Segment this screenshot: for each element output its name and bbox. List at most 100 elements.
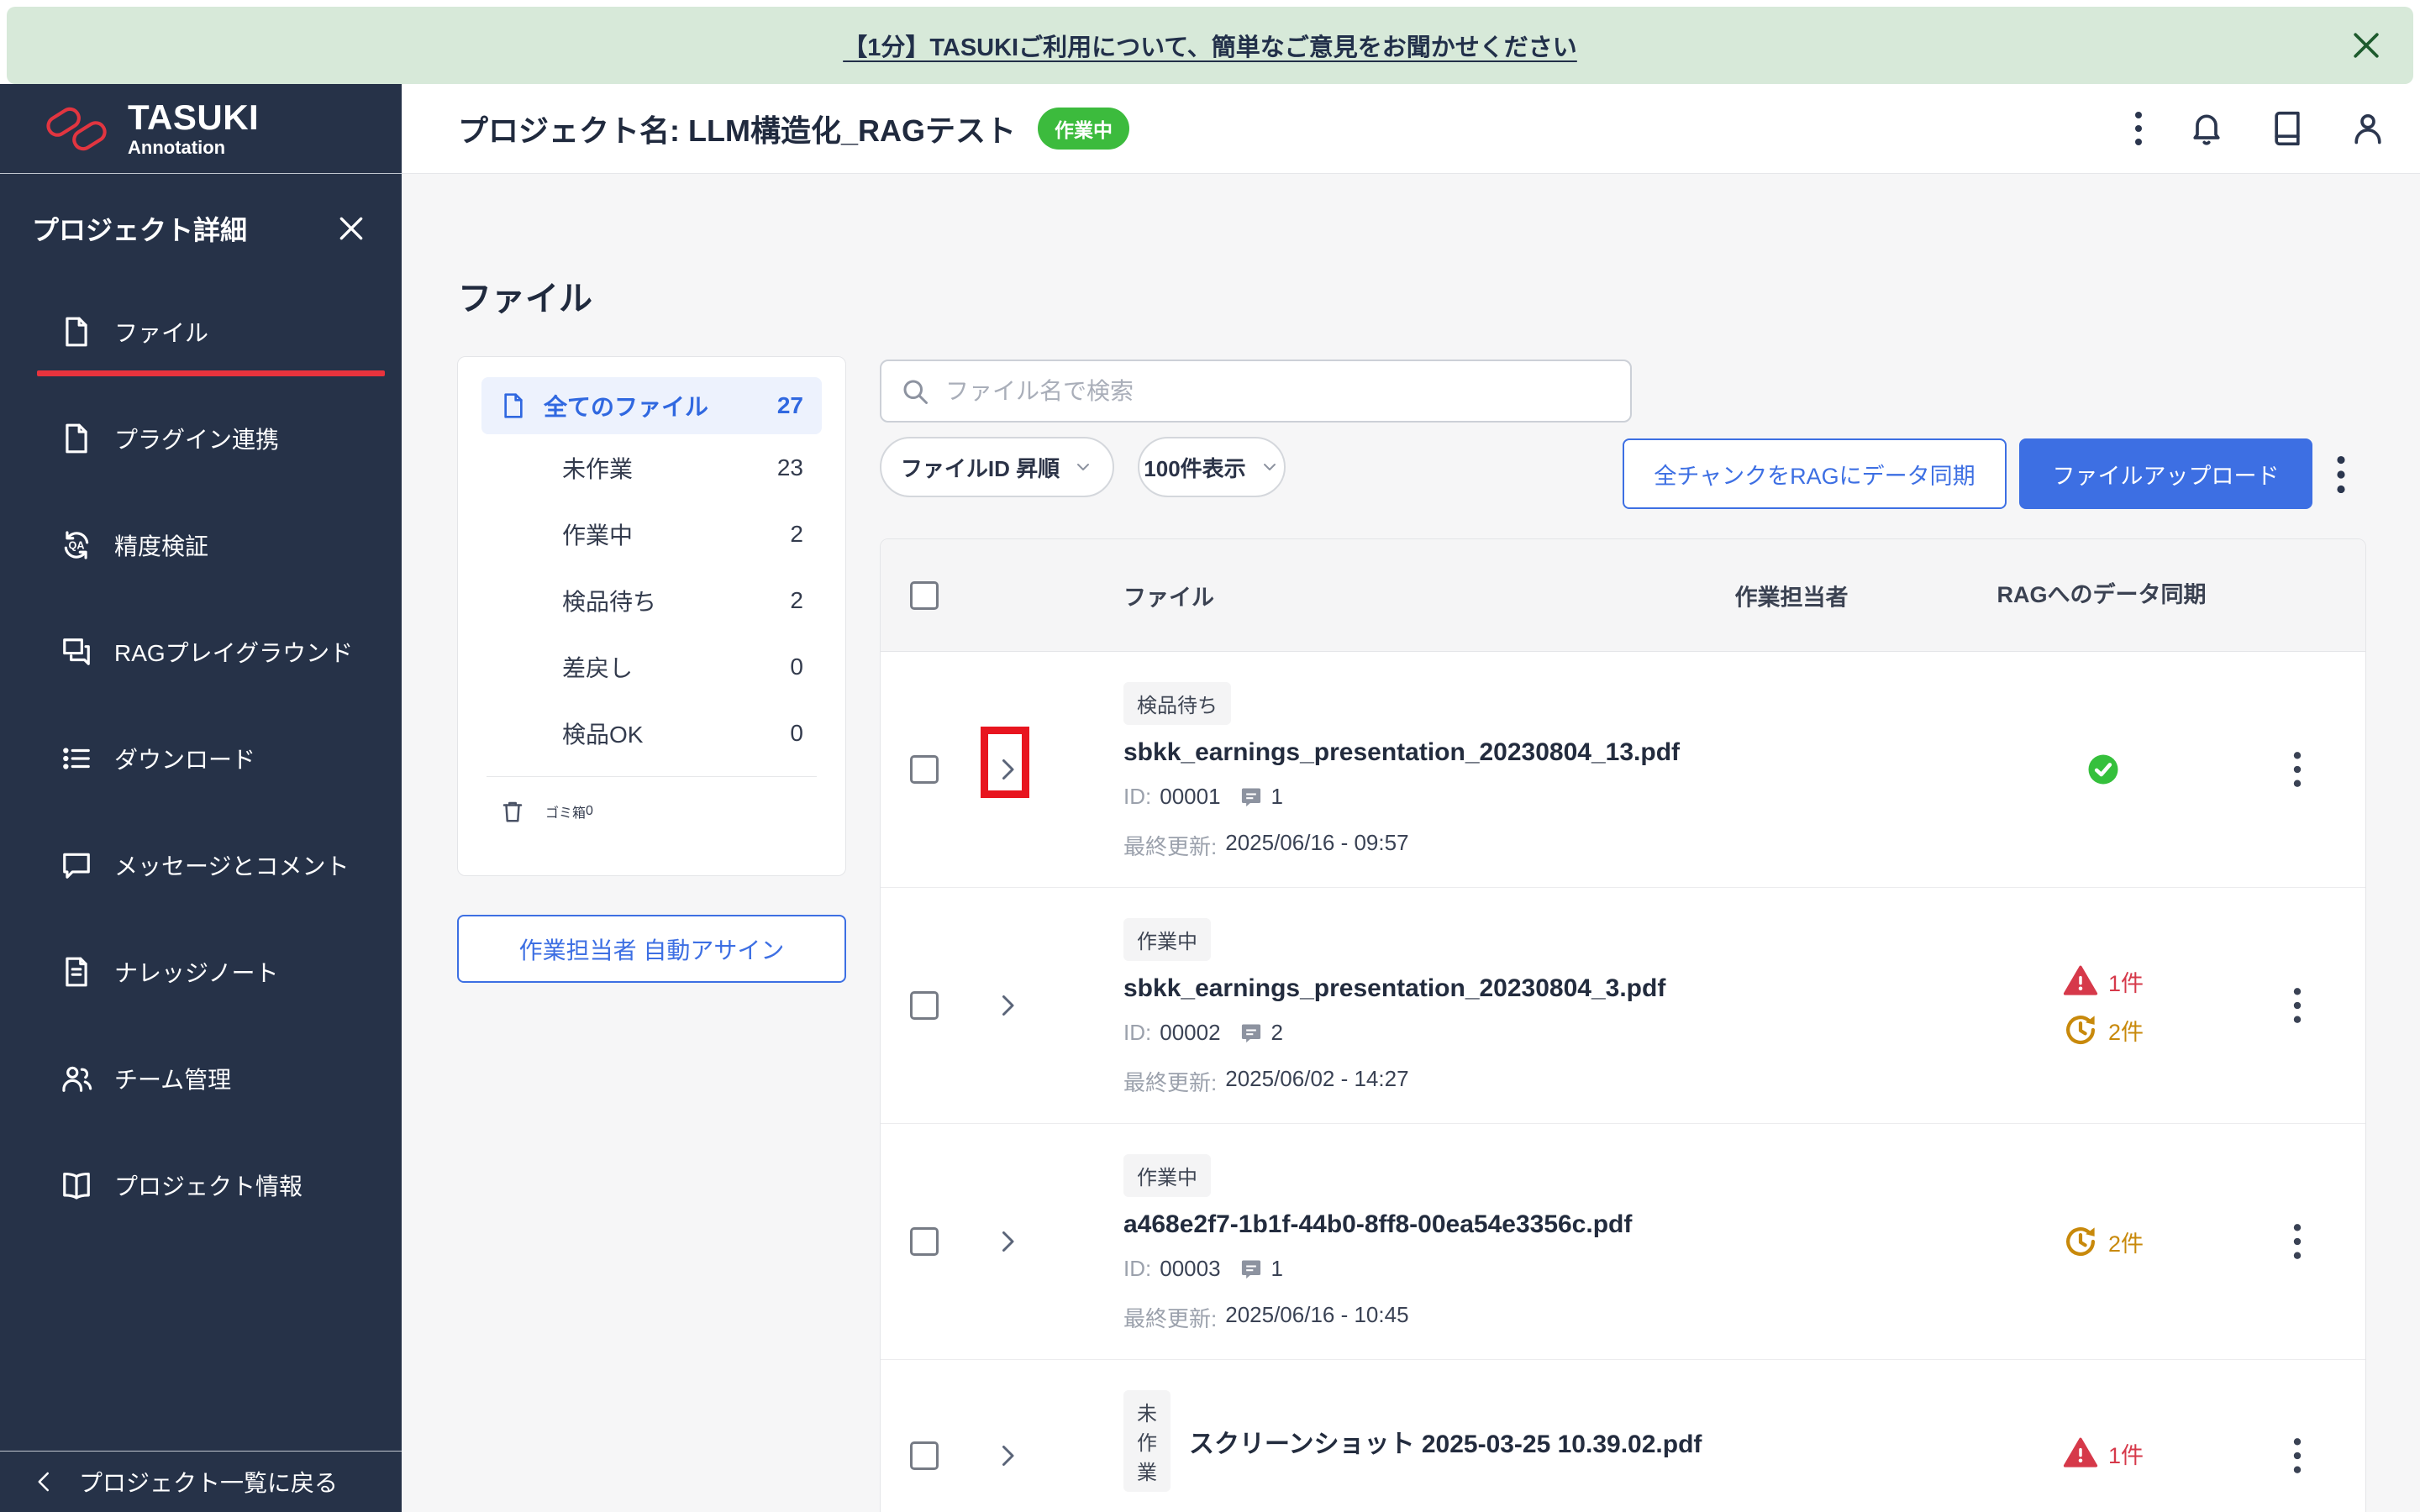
banner-close-icon[interactable] (2348, 27, 2385, 64)
select-all-checkbox[interactable] (910, 580, 939, 610)
sync-error-icon (2063, 963, 2098, 999)
account-person-icon[interactable] (2349, 110, 2386, 147)
row-kebab-icon[interactable] (2291, 986, 2303, 1025)
chevron-down-icon (1260, 457, 1280, 477)
comment-count: 1 (1270, 784, 1284, 809)
file-name: スクリーンショット 2025-03-25 10.39.02.pdf (1189, 1430, 1702, 1458)
app-screen: 【1分】TASUKIご利用について、簡単なご意見をお聞かせください TASUKI… (0, 0, 2420, 1512)
header-kebab-icon[interactable] (2133, 110, 2144, 147)
trash-icon (500, 799, 525, 824)
rag-sync-cell: 2件 (2023, 1124, 2183, 1359)
row-checkbox[interactable] (910, 1441, 939, 1470)
file-upload-button[interactable]: ファイルアップロード (2019, 438, 2312, 509)
last-updated: 2025/06/16 - 09:57 (1225, 830, 1409, 855)
file-cell: 作業中 a468e2f7-1b1f-44b0-8ff8-00ea54e3356c… (1123, 1124, 1695, 1359)
row-kebab-icon[interactable] (2291, 750, 2303, 789)
error-count: 1件 (2107, 1442, 2144, 1468)
brand-logo[interactable]: TASUKI Annotation (0, 84, 402, 174)
filter-count: 0 (586, 804, 593, 818)
file-name: sbkk_earnings_presentation_20230804_3.pd… (1123, 974, 1666, 1002)
file-name: sbkk_earnings_presentation_20230804_13.p… (1123, 738, 1681, 766)
filter-trash[interactable]: ゴミ箱 0 (481, 777, 822, 846)
sync-all-chunks-button[interactable]: 全チャンクをRAGにデータ同期 (1623, 438, 2007, 509)
list-icon (60, 743, 92, 774)
project-status-badge: 作業中 (1037, 108, 1129, 150)
row-kebab-icon[interactable] (2291, 1222, 2303, 1261)
team-icon (60, 1063, 92, 1095)
filter-awaiting-inspection[interactable]: 検品待ち 2 (481, 567, 822, 633)
sync-pending-icon (2063, 1012, 2098, 1047)
error-count: 1件 (2107, 970, 2144, 996)
page-size-dropdown[interactable]: 100件表示 (1138, 437, 1286, 497)
survey-banner-link[interactable]: 【1分】TASUKIご利用について、簡単なご意見をお聞かせください (843, 28, 1577, 63)
filter-inspection-ok[interactable]: 検品OK 0 (481, 700, 822, 766)
last-updated: 2025/06/02 - 14:27 (1225, 1066, 1409, 1091)
expand-chevron-icon[interactable] (992, 1441, 1023, 1471)
row-checkbox[interactable] (910, 1227, 939, 1256)
status-chip: 作業中 (1123, 918, 1211, 961)
file-id: 00001 (1160, 784, 1221, 809)
file-icon (500, 392, 527, 419)
message-icon (60, 849, 92, 881)
sidebar-item-download[interactable]: ダウンロード (0, 705, 402, 811)
status-chip: 未作業 (1123, 1390, 1171, 1492)
chevron-left-icon (32, 1469, 57, 1494)
filter-count: 27 (776, 392, 803, 418)
file-table: ファイル 作業担当者 RAGへのデータ同期 検品待ち sbkk_earnings… (880, 538, 2366, 1512)
file-cell: 検品待ち sbkk_earnings_presentation_20230804… (1123, 652, 1695, 887)
sidebar-item-messages[interactable]: メッセージとコメント (0, 811, 402, 918)
comment-count: 2 (1270, 1020, 1284, 1045)
sidebar-item-knowledge-note[interactable]: ナレッジノート (0, 918, 402, 1025)
brand-name: TASUKI (128, 97, 260, 137)
filter-all-files[interactable]: 全てのファイル 27 (481, 377, 822, 434)
page-header: プロジェクト名: LLM構造化_RAGテスト 作業中 (402, 84, 2420, 174)
sidebar-item-accuracy[interactable]: QA 精度検証 (0, 491, 402, 598)
comment-count: 1 (1270, 1256, 1284, 1281)
active-indicator (37, 370, 385, 376)
sync-pending-icon (2063, 1224, 2098, 1259)
expand-chevron-icon[interactable] (992, 990, 1023, 1021)
auto-assign-button[interactable]: 作業担当者 自動アサイン (457, 915, 846, 983)
sidebar-item-team[interactable]: チーム管理 (0, 1025, 402, 1131)
file-id: 00003 (1160, 1256, 1221, 1281)
table-row: 未作業 スクリーンショット 2025-03-25 10.39.02.pdf ID… (881, 1360, 2365, 1512)
row-kebab-icon[interactable] (2291, 1436, 2303, 1475)
last-updated: 2025/06/16 - 10:45 (1225, 1302, 1409, 1327)
docs-book-icon[interactable] (2269, 110, 2306, 147)
column-file: ファイル (1123, 585, 1214, 610)
table-row: 作業中 sbkk_earnings_presentation_20230804_… (881, 888, 2365, 1124)
filter-count: 0 (790, 719, 803, 746)
sidebar: TASUKI Annotation プロジェクト詳細 ファイル プラグイン連携 … (0, 84, 402, 1512)
expand-chevron-icon[interactable] (992, 1226, 1023, 1257)
panel-close-icon[interactable] (334, 212, 368, 245)
notifications-bell-icon[interactable] (2188, 110, 2225, 147)
filter-not-started[interactable]: 未作業 23 (481, 434, 822, 501)
filter-count: 23 (776, 454, 803, 480)
sidebar-item-project-info[interactable]: プロジェクト情報 (0, 1131, 402, 1238)
file-filter-card: 全てのファイル 27 未作業 23 作業中 2 検品待ち 2 差戻し 0 検品O… (457, 356, 846, 876)
filter-returned[interactable]: 差戻し 0 (481, 633, 822, 700)
rag-sync-cell (2023, 652, 2183, 887)
qa-cycle-icon: QA (60, 529, 92, 561)
pending-count: 2件 (2107, 1231, 2144, 1257)
filter-in-progress[interactable]: 作業中 2 (481, 501, 822, 567)
file-cell: 作業中 sbkk_earnings_presentation_20230804_… (1123, 888, 1695, 1123)
main-content: ファイル 全てのファイル 27 未作業 23 作業中 2 検品待ち 2 差戻し … (402, 174, 2420, 1512)
sidebar-nav: ファイル プラグイン連携 QA 精度検証 RAGプレイグラウンド ダウンロード … (0, 278, 402, 1238)
file-icon (60, 316, 92, 348)
pending-count: 2件 (2107, 1019, 2144, 1045)
file-icon (60, 423, 92, 454)
tasuki-logo-icon (42, 101, 111, 156)
sort-dropdown[interactable]: ファイルID 昇順 (880, 437, 1114, 497)
sidebar-item-files[interactable]: ファイル (0, 278, 402, 385)
row-checkbox[interactable] (910, 755, 939, 784)
toolbar-kebab-icon[interactable] (2334, 454, 2348, 495)
filter-count: 2 (790, 520, 803, 547)
sidebar-item-rag-playground[interactable]: RAGプレイグラウンド (0, 598, 402, 705)
search-icon (900, 376, 930, 407)
back-to-projects[interactable]: プロジェクト一覧に戻る (0, 1451, 402, 1512)
row-checkbox[interactable] (910, 991, 939, 1020)
page-title: ファイル (458, 281, 592, 318)
sidebar-item-plugin[interactable]: プラグイン連携 (0, 385, 402, 491)
search-input[interactable] (945, 377, 1612, 405)
